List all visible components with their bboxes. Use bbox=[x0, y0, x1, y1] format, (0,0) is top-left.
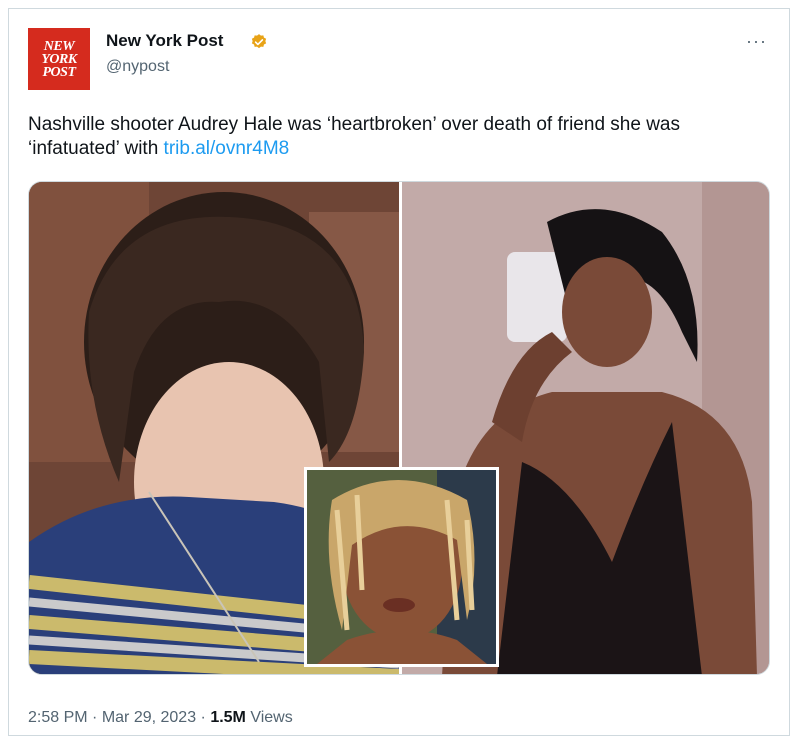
inset-portrait-photo[interactable] bbox=[304, 467, 499, 667]
tweet-time[interactable]: 2:58 PM bbox=[28, 709, 88, 726]
avatar-text-line: NEW bbox=[43, 38, 75, 54]
views-count[interactable]: 1.5M bbox=[210, 709, 246, 726]
verified-badge-icon bbox=[251, 34, 267, 49]
tweet-body: Nashville shooter Audrey Hale was ‘heart… bbox=[28, 114, 680, 159]
more-options-icon[interactable]: ··· bbox=[746, 32, 770, 52]
author-handle[interactable]: @nypost bbox=[106, 58, 169, 76]
tweet-text: Nashville shooter Audrey Hale was ‘heart… bbox=[28, 113, 768, 161]
avatar[interactable]: NEW YORK POST bbox=[28, 28, 90, 90]
author-name[interactable]: New York Post bbox=[106, 31, 223, 51]
inset-illustration bbox=[307, 470, 496, 664]
avatar-text-line: YORK bbox=[41, 51, 77, 67]
tweet-date[interactable]: Mar 29, 2023 bbox=[102, 709, 196, 726]
tweet-media[interactable] bbox=[28, 181, 770, 675]
tweet-card[interactable]: NEW YORK POST New York Post @nypost ··· … bbox=[8, 8, 790, 736]
tweet-link[interactable]: trib.al/ovnr4M8 bbox=[164, 138, 290, 159]
avatar-text-line: POST bbox=[42, 64, 77, 80]
tweet-timestamp[interactable]: 2:58 PM · Mar 29, 2023 · 1.5M Views bbox=[28, 709, 293, 727]
views-label: Views bbox=[245, 709, 293, 726]
separator: · bbox=[87, 709, 102, 726]
separator: · bbox=[196, 709, 211, 726]
